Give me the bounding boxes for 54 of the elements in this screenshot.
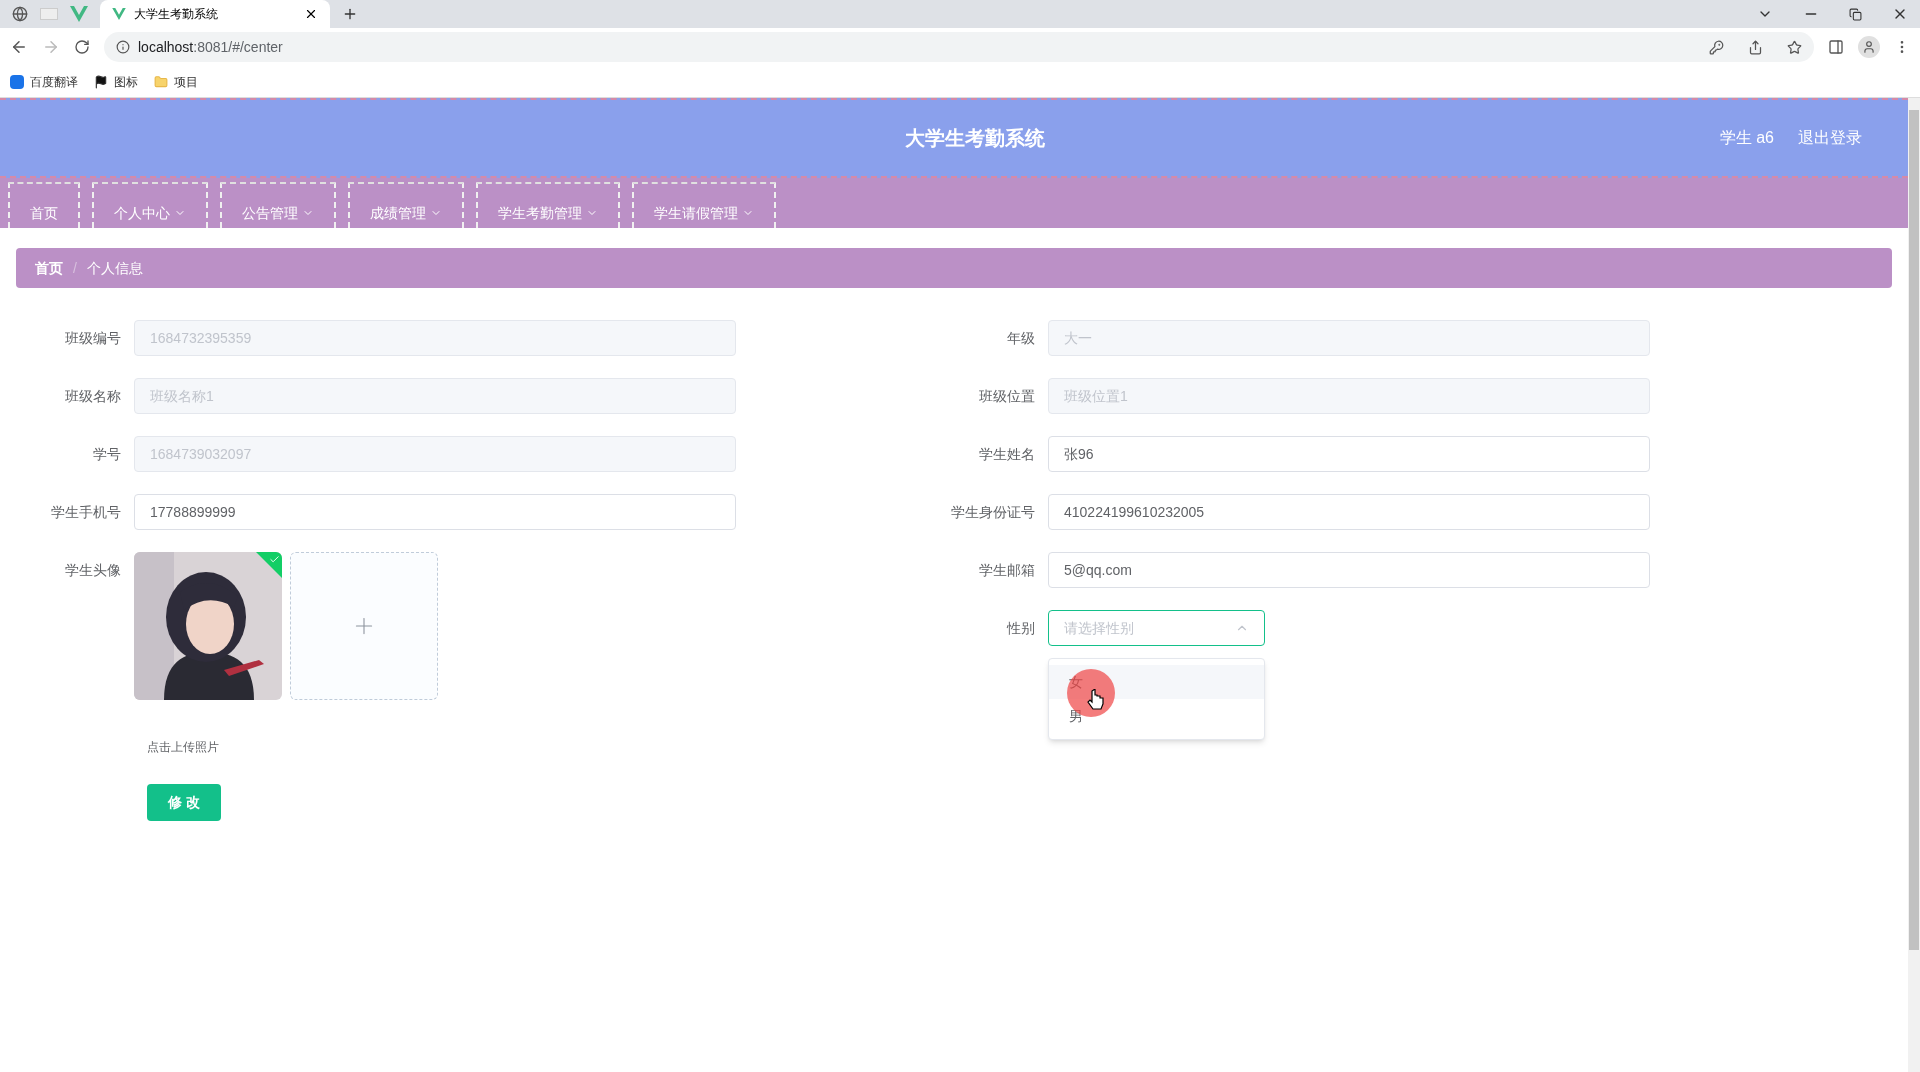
breadcrumb-separator: / — [73, 258, 77, 278]
restore-icon[interactable] — [1849, 7, 1862, 21]
folder-icon — [154, 74, 168, 89]
bookmark[interactable]: 项目 — [154, 72, 198, 91]
field-label: 班级名称 — [64, 386, 122, 406]
field-label: 学生邮箱 — [978, 560, 1036, 580]
text-field[interactable]: 张96 — [1048, 436, 1650, 472]
share-icon[interactable] — [1748, 39, 1763, 55]
address-bar[interactable]: localhost:8081/#/center — [104, 32, 1814, 62]
app-title: 大学生考勤系统 — [904, 126, 1045, 151]
info-icon — [116, 40, 130, 54]
dropdown-option[interactable]: 男 — [1049, 699, 1264, 733]
hand-cursor-icon — [1087, 689, 1105, 711]
field-label: 年级 — [1006, 328, 1036, 348]
bookmark[interactable]: 图标 — [94, 72, 138, 91]
nav-menu-item[interactable]: 学生考勤管理 — [476, 182, 620, 228]
bookmark-star-icon[interactable] — [1787, 39, 1802, 55]
field-label: 性别 — [1005, 618, 1036, 638]
bookmark[interactable]: 百度翻译 — [10, 72, 78, 91]
field-label: 学生姓名 — [978, 444, 1036, 464]
browser-tab[interactable]: 大学生考勤系统 — [100, 0, 330, 28]
nav-menu-item[interactable]: 学生请假管理 — [632, 182, 776, 228]
upload-hint: 点击上传照片 — [147, 739, 220, 756]
scrollbar[interactable] — [1908, 98, 1920, 1072]
new-tab-icon[interactable] — [342, 6, 358, 22]
field-label: 班级编号 — [64, 328, 122, 348]
field-label: 班级位置 — [978, 386, 1036, 406]
v-logo-icon — [112, 8, 126, 20]
text-field[interactable]: 17788899999 — [134, 494, 736, 530]
field-label: 学生头像 — [64, 561, 122, 580]
nav-menu-item[interactable]: 首页 — [8, 182, 80, 228]
breadcrumb-item[interactable]: 首页 — [35, 257, 63, 279]
logout-link[interactable]: 退出登录 — [1798, 126, 1862, 150]
reload-icon[interactable] — [74, 39, 90, 55]
back-icon[interactable] — [10, 38, 28, 56]
nav-menu-item[interactable]: 成绩管理 — [348, 182, 464, 228]
field-label: 学号 — [92, 444, 122, 464]
profile-icon[interactable] — [1858, 36, 1880, 58]
globe-icon[interactable] — [12, 6, 28, 22]
user-name: 学生 a6 — [1719, 128, 1774, 148]
text-field[interactable]: 410224199610232005 — [1048, 494, 1650, 530]
breadcrumb-item: 个人信息 — [86, 258, 143, 278]
field-label: 学生手机号 — [50, 502, 122, 522]
gender-select[interactable]: 请选择性别 — [1048, 610, 1265, 646]
flag-icon — [94, 74, 108, 89]
close-icon[interactable] — [304, 7, 318, 21]
key-icon[interactable] — [1709, 39, 1724, 55]
field-label: 学生身份证号 — [950, 502, 1036, 522]
translate-icon — [10, 74, 24, 89]
side-panel-icon[interactable] — [1828, 39, 1844, 55]
submit-button[interactable]: 修 改 — [147, 784, 221, 821]
nav-menu-item[interactable]: 公告管理 — [220, 182, 336, 228]
text-field[interactable]: 5@qq.com — [1048, 552, 1650, 588]
nav-menu-item[interactable]: 个人中心 — [92, 182, 208, 228]
